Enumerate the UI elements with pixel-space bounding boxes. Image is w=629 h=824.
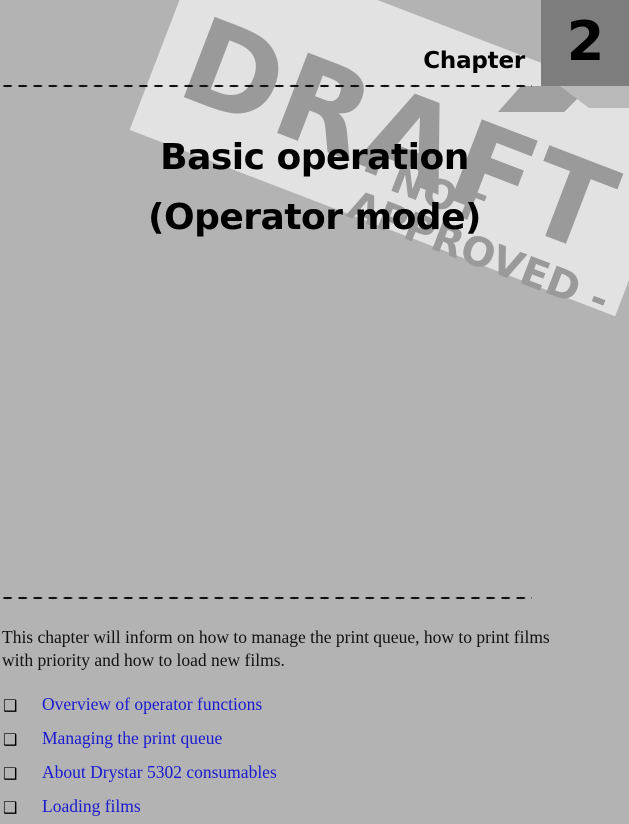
list-item[interactable]: ❑ Overview of operator functions bbox=[0, 694, 600, 728]
chapter-label: Chapter bbox=[423, 48, 525, 74]
checkbox-square-icon: ❑ bbox=[3, 798, 18, 817]
page-title: Basic operation (Operator mode) bbox=[0, 128, 629, 248]
page-title-line-2: (Operator mode) bbox=[148, 197, 481, 238]
chapter-opening-page: DRAFT - NOT APPROVED - 2 Chapter Basic o… bbox=[0, 0, 629, 824]
checkbox-square-icon: ❑ bbox=[3, 696, 18, 715]
chapter-contents-list: ❑ Overview of operator functions ❑ Manag… bbox=[0, 694, 600, 824]
checkbox-square-icon: ❑ bbox=[3, 730, 18, 749]
toc-link-managing-the-print-queue[interactable]: Managing the print queue bbox=[42, 728, 222, 749]
page-title-line-1: Basic operation bbox=[160, 137, 469, 178]
chapter-intro-paragraph: This chapter will inform on how to manag… bbox=[2, 627, 550, 670]
toc-link-loading-films[interactable]: Loading films bbox=[42, 796, 141, 817]
toc-link-overview-of-operator-functions[interactable]: Overview of operator functions bbox=[42, 694, 262, 715]
dotted-rule-top bbox=[0, 84, 532, 88]
chapter-number-box: 2 bbox=[541, 0, 629, 86]
list-item[interactable]: ❑ Loading films bbox=[0, 796, 600, 824]
list-item[interactable]: ❑ Managing the print queue bbox=[0, 728, 600, 762]
checkbox-square-icon: ❑ bbox=[3, 764, 18, 783]
chapter-number: 2 bbox=[566, 10, 605, 73]
dotted-rule-bottom bbox=[0, 596, 532, 600]
toc-link-about-drystar-5302-consumables[interactable]: About Drystar 5302 consumables bbox=[42, 762, 277, 783]
list-item[interactable]: ❑ About Drystar 5302 consumables bbox=[0, 762, 600, 796]
